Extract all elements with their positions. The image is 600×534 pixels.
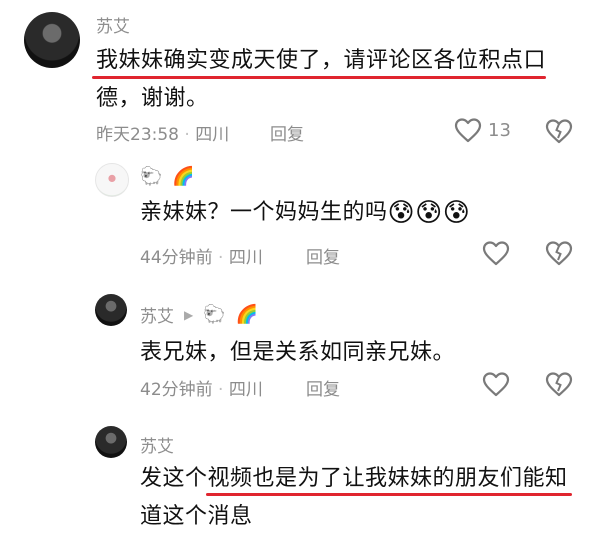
rainbow-badge: 🌈 (172, 166, 195, 187)
heart-icon[interactable] (482, 240, 510, 266)
location: 四川 (195, 125, 230, 145)
avatar[interactable] (95, 163, 129, 197)
broken-heart-icon[interactable] (545, 118, 573, 144)
reply-button[interactable]: 回复 (306, 375, 340, 400)
comment-meta: 44分钟前 · 四川 (140, 243, 263, 268)
like-button[interactable]: 13 (454, 116, 511, 144)
reply-button[interactable]: 回复 (306, 243, 340, 268)
comment-text: 亲妹妹？一个妈妈生的吗 😰 😰 😰 (140, 196, 470, 230)
reply-button[interactable]: 回复 (270, 120, 304, 145)
separator: · (218, 248, 224, 268)
broken-heart-icon[interactable] (545, 371, 573, 397)
separator: · (218, 380, 224, 400)
highlight-underline (92, 76, 546, 79)
rainbow-badge: 🌈 (235, 303, 259, 325)
comment-text-content: 亲妹妹？一个妈妈生的吗 (140, 200, 388, 225)
username[interactable]: 苏艾 (96, 12, 130, 37)
comment-meta: 昨天23:58 · 四川 (96, 120, 229, 145)
user-badges: 🐑 🌈 (140, 168, 195, 186)
highlight-underline (206, 493, 572, 496)
comment-text-line1: 发这个视频也是为了让我妹妹的朋友们能知 (140, 466, 568, 491)
comment-text: 表兄妹，但是关系如同亲兄妹。 (140, 340, 456, 365)
sheep-badge: 🐑 (203, 303, 226, 325)
broken-heart-icon[interactable] (545, 240, 573, 266)
anxious-emoji: 😰 (387, 198, 416, 228)
username[interactable]: 苏艾 (140, 432, 174, 457)
timestamp: 44分钟前 (140, 248, 213, 268)
separator: · (184, 125, 190, 145)
comment-text-line2: 道这个消息 (140, 504, 253, 529)
comment-text-line1: 我妹妹确实变成天使了，请评论区各位积点口 (96, 48, 547, 73)
comment-meta: 42分钟前 · 四川 (140, 375, 263, 400)
timestamp: 42分钟前 (140, 380, 213, 400)
location: 四川 (228, 380, 263, 400)
reply-arrow-icon: ▶ (184, 307, 194, 322)
comment-text-line2: 德，谢谢。 (96, 86, 209, 111)
username[interactable]: 苏艾 (140, 302, 174, 327)
avatar[interactable] (95, 294, 127, 326)
heart-icon[interactable] (482, 371, 510, 397)
sheep-badge: 🐑 (140, 166, 163, 187)
avatar[interactable] (95, 426, 127, 458)
location: 四川 (228, 248, 263, 268)
username-row: 苏艾 ▶ 🐑 🌈 (140, 302, 258, 327)
timestamp: 昨天23:58 (96, 125, 179, 145)
heart-icon (454, 118, 482, 143)
like-count: 13 (488, 119, 511, 141)
anxious-emoji: 😰 (415, 198, 443, 228)
avatar[interactable] (24, 12, 80, 68)
anxious-emoji: 😰 (442, 198, 471, 228)
